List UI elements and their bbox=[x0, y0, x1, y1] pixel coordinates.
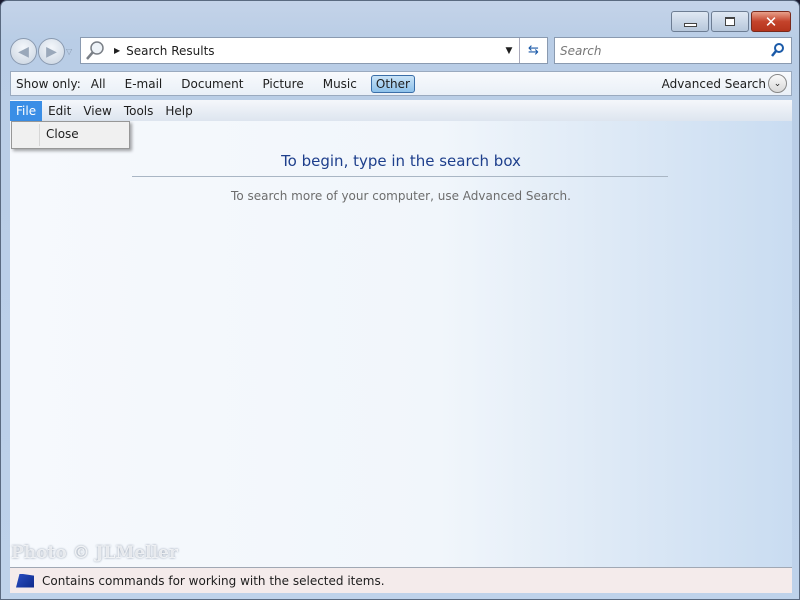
filter-other[interactable]: Other bbox=[370, 74, 415, 93]
minimize-button[interactable] bbox=[671, 11, 709, 32]
results-pane: To begin, type in the search box To sear… bbox=[10, 121, 792, 567]
divider bbox=[132, 176, 668, 177]
menu-tools[interactable]: Tools bbox=[118, 101, 160, 121]
filter-music[interactable]: Music bbox=[323, 77, 357, 91]
status-text: Contains commands for working with the s… bbox=[42, 573, 385, 588]
breadcrumb-chevron-icon[interactable]: ▶ bbox=[114, 46, 120, 55]
maximize-icon bbox=[725, 17, 735, 26]
search-input[interactable]: Search bbox=[554, 37, 792, 64]
search-window: ✕ ◀ ▶ ▽ ▶ Search Results ▼ ⇆ Search Show… bbox=[0, 0, 800, 600]
show-only-label: Show only: bbox=[16, 76, 81, 91]
show-only-filter-bar: Show only: All E-mail Document Picture M… bbox=[10, 71, 792, 96]
advanced-search-label: Advanced Search bbox=[661, 76, 766, 91]
menu-item-close[interactable]: Close bbox=[46, 127, 79, 141]
refresh-icon: ⇆ bbox=[528, 43, 539, 58]
minimize-icon bbox=[683, 22, 697, 27]
back-arrow-icon: ◀ bbox=[18, 43, 29, 60]
close-icon: ✕ bbox=[764, 12, 778, 31]
filter-picture[interactable]: Picture bbox=[262, 77, 303, 91]
address-bar[interactable]: ▶ Search Results ▼ ⇆ bbox=[80, 37, 548, 64]
forward-arrow-icon: ▶ bbox=[46, 43, 57, 60]
empty-state-subtext: To search more of your computer, use Adv… bbox=[231, 189, 571, 203]
chevron-down-icon: ⌄ bbox=[768, 74, 787, 93]
breadcrumb-search-results[interactable]: Search Results bbox=[126, 44, 214, 58]
status-bar: Contains commands for working with the s… bbox=[10, 567, 792, 593]
empty-state-heading: To begin, type in the search box bbox=[281, 152, 521, 170]
menu-view[interactable]: View bbox=[77, 101, 117, 121]
menu-file[interactable]: File bbox=[10, 100, 43, 121]
advanced-search-button[interactable]: Advanced Search ⌄ bbox=[662, 74, 787, 93]
menu-bar: File Edit View Tools Help bbox=[10, 100, 792, 121]
menu-help[interactable]: Help bbox=[159, 101, 198, 121]
menu-edit[interactable]: Edit bbox=[42, 101, 77, 121]
forward-button[interactable]: ▶ bbox=[38, 38, 65, 65]
filter-email[interactable]: E-mail bbox=[125, 77, 163, 91]
close-button[interactable]: ✕ bbox=[751, 11, 791, 32]
search-folder-icon bbox=[86, 40, 104, 60]
recent-pages-dropdown-icon[interactable]: ▽ bbox=[66, 47, 72, 56]
watermark: Photo © JLMeller bbox=[11, 543, 178, 563]
search-placeholder: Search bbox=[560, 43, 602, 58]
address-dropdown-icon[interactable]: ▼ bbox=[501, 38, 517, 63]
computer-icon bbox=[16, 573, 34, 588]
caption-buttons: ✕ bbox=[671, 11, 791, 32]
back-button[interactable]: ◀ bbox=[10, 38, 37, 65]
menu-gutter bbox=[39, 124, 40, 146]
search-icon[interactable] bbox=[771, 42, 785, 58]
refresh-button[interactable]: ⇆ bbox=[519, 38, 547, 63]
filter-document[interactable]: Document bbox=[181, 77, 243, 91]
file-menu-dropdown: Close bbox=[11, 121, 130, 149]
filter-all[interactable]: All bbox=[91, 77, 106, 91]
maximize-button[interactable] bbox=[711, 11, 749, 32]
navigation-buttons: ◀ ▶ ▽ bbox=[10, 38, 72, 65]
